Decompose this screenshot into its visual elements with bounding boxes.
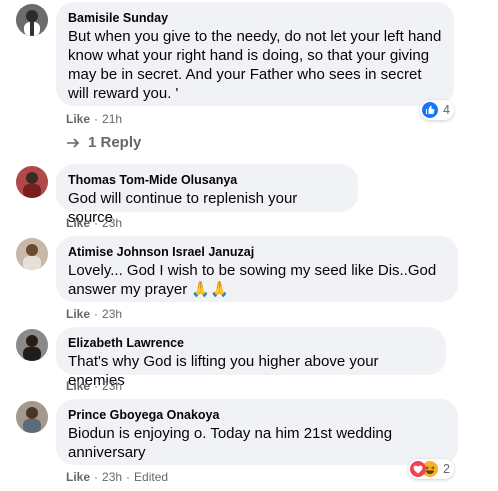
separator-dot: · xyxy=(94,379,99,393)
comment-actions: Like · 23h xyxy=(66,215,122,231)
separator-dot: · xyxy=(94,112,99,126)
comment-author[interactable]: Bamisile Sunday xyxy=(68,10,442,26)
avatar[interactable] xyxy=(16,4,48,36)
avatar[interactable] xyxy=(16,329,48,361)
comment-bubble: Elizabeth Lawrence That's why God is lif… xyxy=(56,327,446,389)
comment-time[interactable]: 21h xyxy=(102,111,122,127)
comment-actions: Like · 23h xyxy=(66,306,122,322)
heart-icon xyxy=(410,461,426,477)
comment-time[interactable]: 23h xyxy=(102,378,122,394)
separator-dot: · xyxy=(94,216,99,230)
avatar[interactable] xyxy=(16,166,48,198)
avatar[interactable] xyxy=(16,238,48,270)
reactions-badge[interactable]: 2 xyxy=(408,459,454,479)
comment-bubble: Prince Gboyega Onakoya Biodun is enjoyin… xyxy=(56,399,458,465)
separator-dot: · xyxy=(94,470,99,484)
replies-count-label: 1 Reply xyxy=(88,134,142,151)
profile-photo-icon xyxy=(16,329,48,361)
comment-time[interactable]: 23h xyxy=(102,306,122,322)
reactions-badge[interactable]: 4 xyxy=(420,100,454,120)
comment-actions: Like · 21h xyxy=(66,111,122,127)
comment-text: Lovely... God I wish to be sowing my see… xyxy=(68,262,437,298)
comment-author[interactable]: Atimise Johnson Israel Januzaj xyxy=(68,244,446,260)
view-replies-link[interactable]: 1 Reply xyxy=(66,134,141,151)
comment-text: But when you give to the needy, do not l… xyxy=(68,28,442,102)
reaction-count: 4 xyxy=(443,103,450,117)
profile-photo-icon xyxy=(16,238,48,270)
comment-text: Biodun is enjoying o. Today na him 21st … xyxy=(68,425,393,461)
comment-time[interactable]: 23h xyxy=(102,215,122,231)
comment-text: That's why God is lifting you higher abo… xyxy=(68,353,379,389)
comment-actions: Like · 23h · Edited xyxy=(66,469,168,485)
reaction-count: 2 xyxy=(443,462,450,476)
separator-dot: · xyxy=(94,307,99,321)
comment-author[interactable]: Elizabeth Lawrence xyxy=(68,335,434,351)
comment-bubble: Thomas Tom-Mide Olusanya God will contin… xyxy=(56,164,358,226)
like-button[interactable]: Like xyxy=(66,306,90,322)
profile-photo-icon xyxy=(16,166,48,198)
avatar[interactable] xyxy=(16,401,48,433)
reply-arrow-icon xyxy=(67,137,80,148)
comment-author[interactable]: Prince Gboyega Onakoya xyxy=(68,407,446,423)
comment-time[interactable]: 23h xyxy=(102,469,122,485)
like-button[interactable]: Like xyxy=(66,215,90,231)
comment-bubble: Atimise Johnson Israel Januzaj Lovely...… xyxy=(56,236,458,302)
edited-label[interactable]: Edited xyxy=(134,469,168,485)
thumbs-up-icon xyxy=(422,102,438,118)
profile-photo-icon xyxy=(16,4,48,36)
like-button[interactable]: Like xyxy=(66,111,90,127)
profile-photo-icon xyxy=(16,401,48,433)
comment-actions: Like · 23h xyxy=(66,378,122,394)
like-button[interactable]: Like xyxy=(66,469,90,485)
comment-bubble: Bamisile Sunday But when you give to the… xyxy=(56,2,454,106)
like-button[interactable]: Like xyxy=(66,378,90,394)
comment-author[interactable]: Thomas Tom-Mide Olusanya xyxy=(68,172,346,188)
separator-dot: · xyxy=(126,470,131,484)
